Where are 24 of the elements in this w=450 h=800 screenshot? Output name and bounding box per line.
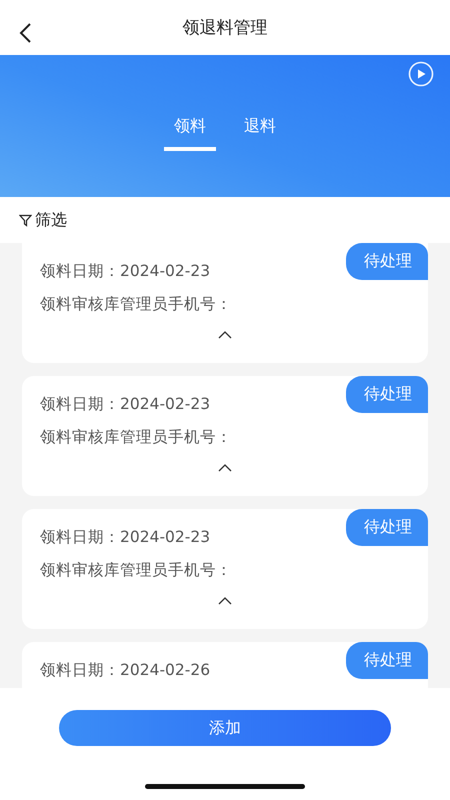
record-text: 领料审核库管理员手机号： xyxy=(40,427,232,448)
status-badge: 待处理 xyxy=(346,376,428,413)
play-icon[interactable] xyxy=(408,61,434,87)
status-badge: 待处理 xyxy=(346,509,428,546)
record-text: 领料审核库管理员手机号： xyxy=(40,294,232,315)
record-text: 领料日期：2024-02-23 xyxy=(40,527,210,548)
chevron-up-icon[interactable] xyxy=(218,464,232,472)
filter-label[interactable]: 筛选 xyxy=(35,210,67,230)
page-title: 领退料管理 xyxy=(182,17,268,39)
chevron-up-icon[interactable] xyxy=(218,597,232,605)
record-card[interactable]: 待处理 领料日期：2024-02-23 领料审核库管理员手机号： xyxy=(22,243,428,363)
record-card[interactable]: 待处理 领料日期：2024-02-23 领料审核库管理员手机号： xyxy=(22,376,428,496)
record-text: 领料日期：2024-02-23 xyxy=(40,394,210,415)
chevron-up-icon[interactable] xyxy=(218,331,232,339)
record-text: 领料日期：2024-02-26 xyxy=(40,660,210,681)
record-card[interactable]: 待处理 领料日期：2024-02-26 xyxy=(22,642,428,688)
back-icon[interactable] xyxy=(18,22,32,44)
filter-icon[interactable] xyxy=(19,214,32,226)
status-badge: 待处理 xyxy=(346,243,428,280)
status-badge: 待处理 xyxy=(346,642,428,679)
record-text: 领料审核库管理员手机号： xyxy=(40,560,232,581)
record-card[interactable]: 待处理 领料日期：2024-02-23 领料审核库管理员手机号： xyxy=(22,509,428,629)
record-text: 领料日期：2024-02-23 xyxy=(40,261,210,282)
add-button[interactable]: 添加 xyxy=(59,710,391,746)
